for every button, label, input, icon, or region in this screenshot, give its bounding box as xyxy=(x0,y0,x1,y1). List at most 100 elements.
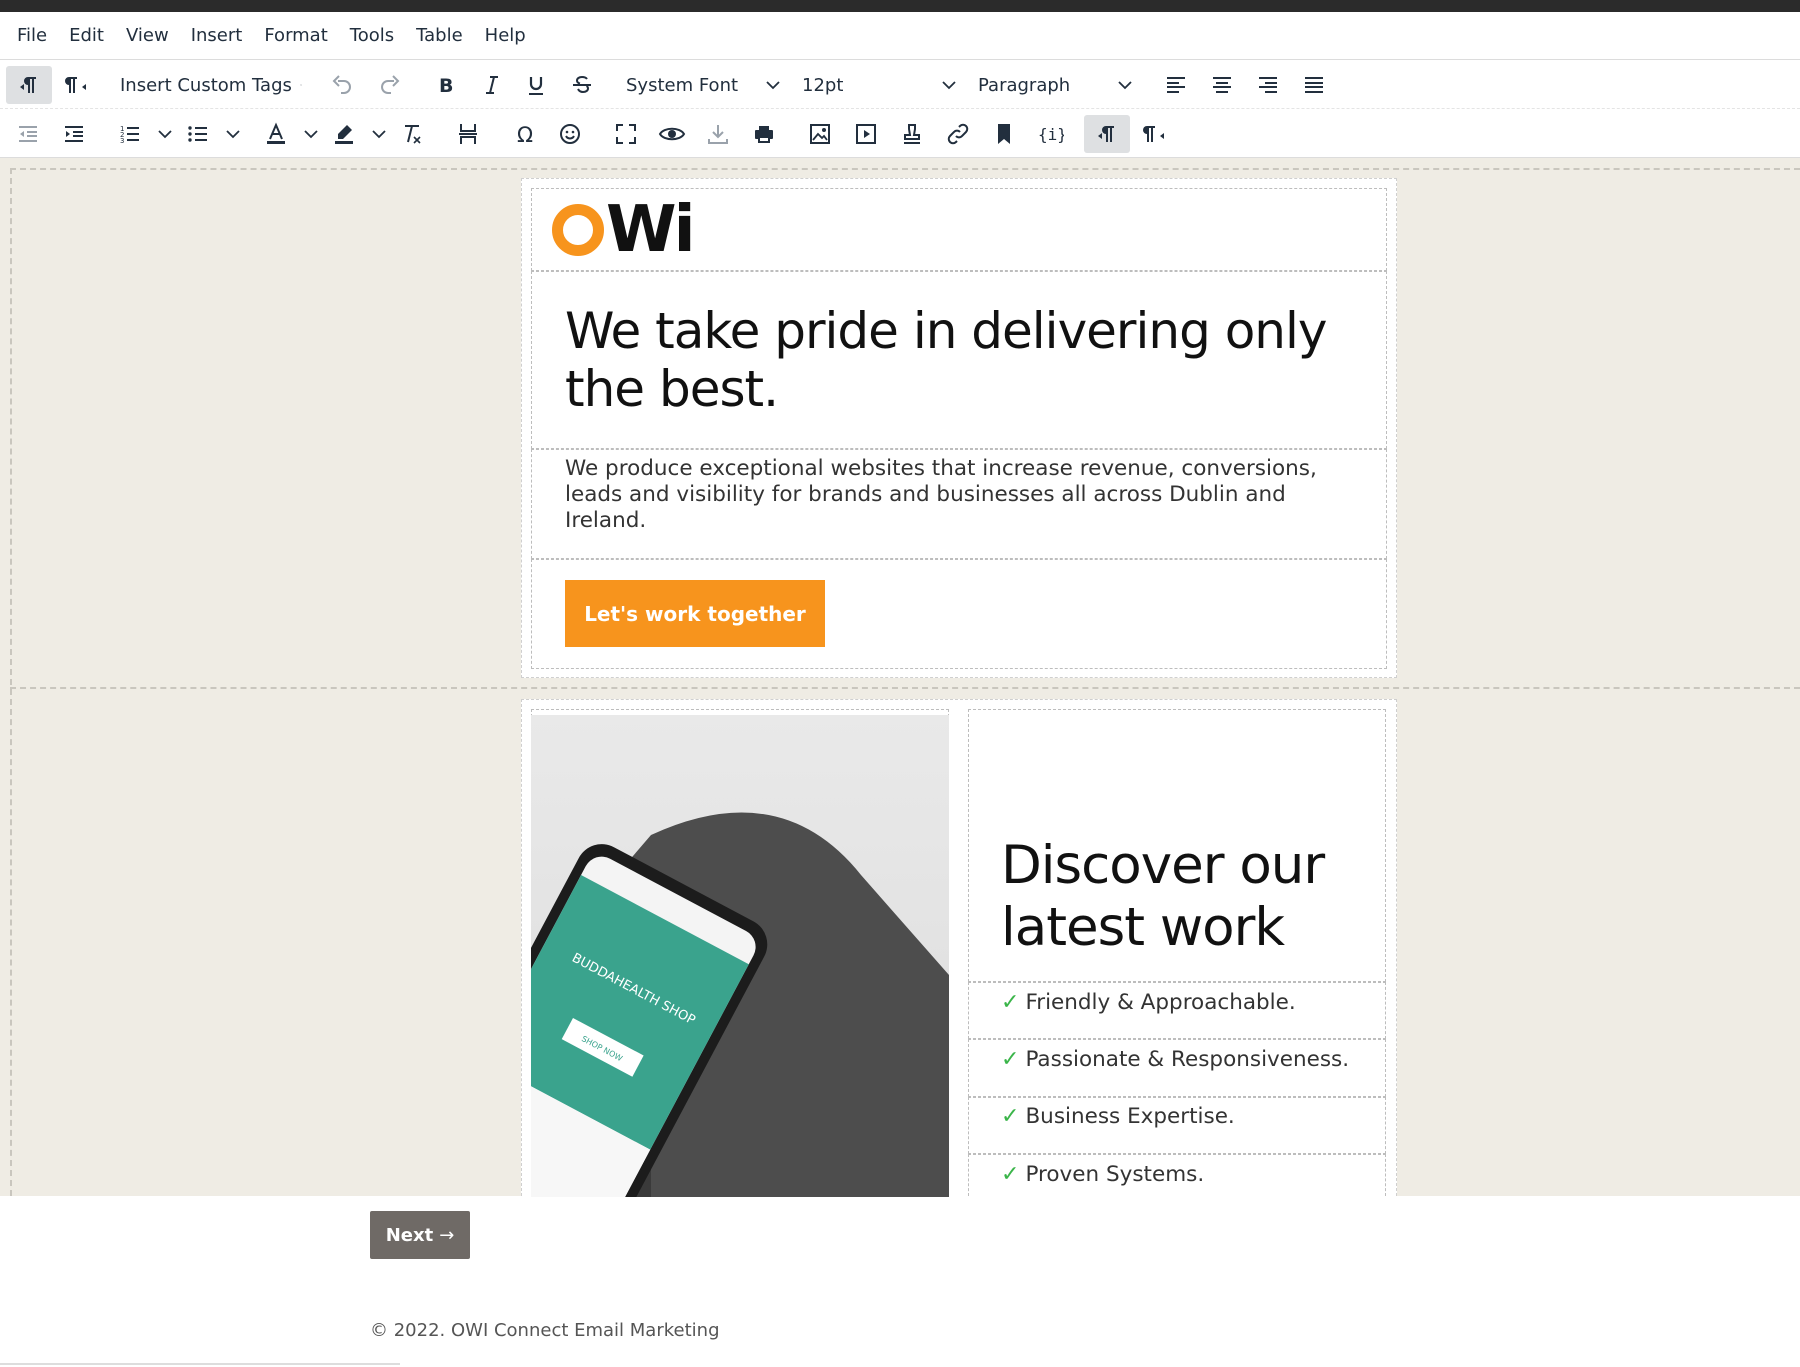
check-icon: ✓ xyxy=(1001,1047,1020,1072)
align-left-icon xyxy=(1167,77,1185,93)
arrow-right-icon: → xyxy=(439,1224,455,1246)
clear-formatting-button[interactable] xyxy=(392,115,432,153)
menu-insert[interactable]: Insert xyxy=(180,18,254,54)
insert-link-button[interactable] xyxy=(938,115,978,153)
highlight-color-button[interactable] xyxy=(324,115,364,153)
bullet-list-button[interactable] xyxy=(178,115,218,153)
ltr-button[interactable] xyxy=(6,66,52,104)
bookmark-icon xyxy=(998,124,1010,144)
preview-button[interactable] xyxy=(652,115,692,153)
anchor-button[interactable] xyxy=(984,115,1024,153)
align-right-button[interactable] xyxy=(1248,66,1288,104)
insert-image-button[interactable] xyxy=(800,115,840,153)
stamp-icon xyxy=(904,124,920,144)
print-button[interactable] xyxy=(744,115,784,153)
rtl-icon xyxy=(1143,126,1164,142)
footer-copyright: © 2022. OWI Connect Email Marketing xyxy=(370,1320,720,1341)
ltr-icon xyxy=(20,77,36,93)
canvas-guide xyxy=(10,168,1800,170)
page-break-icon xyxy=(459,124,477,144)
check-icon: ✓ xyxy=(1001,990,1020,1015)
strikethrough-icon xyxy=(573,75,591,94)
feature-item[interactable]: ✓ Business Expertise. xyxy=(1001,1104,1235,1129)
bold-icon: B xyxy=(439,75,453,97)
text-color-button[interactable] xyxy=(256,115,296,153)
save-button[interactable] xyxy=(698,115,738,153)
insert-media-button[interactable] xyxy=(846,115,886,153)
bullet-list-icon xyxy=(188,126,207,142)
rtl-button[interactable] xyxy=(56,66,98,104)
footer-divider xyxy=(0,1363,400,1365)
menu-file[interactable]: File xyxy=(6,18,58,54)
insert-template-button[interactable] xyxy=(892,115,932,153)
underline-button[interactable] xyxy=(516,66,556,104)
svg-text:3: 3 xyxy=(120,137,124,145)
printer-icon xyxy=(755,126,773,143)
numbered-list-chevron-icon[interactable] xyxy=(158,115,172,153)
code-sample-button[interactable]: {i} xyxy=(1030,115,1070,153)
align-center-icon xyxy=(1213,77,1231,93)
text-color-icon xyxy=(267,122,285,144)
redo-icon xyxy=(381,75,400,94)
check-icon: ✓ xyxy=(1001,1104,1020,1129)
logo-ring-icon xyxy=(552,204,604,256)
menu-table[interactable]: Table xyxy=(405,18,474,54)
svg-text:{i}: {i} xyxy=(1038,125,1064,144)
phone-mockup-image[interactable]: BUDDAHEALTH SHOP SHOP NOW xyxy=(531,715,949,1197)
canvas-guide xyxy=(10,168,12,1196)
align-left-button[interactable] xyxy=(1156,66,1196,104)
hero-title[interactable]: We take pride in delivering only the bes… xyxy=(565,302,1345,418)
download-icon xyxy=(708,125,728,144)
menu-edit[interactable]: Edit xyxy=(58,18,115,54)
rtl-button-2[interactable] xyxy=(1134,115,1176,153)
feature-item[interactable]: ✓ Passionate & Responsiveness. xyxy=(1001,1047,1349,1072)
font-size-dropdown[interactable]: 12pt xyxy=(794,66,964,104)
italic-button[interactable] xyxy=(472,66,512,104)
feature-text: Passionate & Responsiveness. xyxy=(1025,1047,1350,1072)
eye-icon xyxy=(658,127,686,141)
indent-button[interactable] xyxy=(54,115,94,153)
svg-text:Ω: Ω xyxy=(517,123,533,146)
align-center-button[interactable] xyxy=(1202,66,1242,104)
menu-tools[interactable]: Tools xyxy=(339,18,405,54)
toolbar-row-1: Insert Custom Tags B System Font 12pt Pa… xyxy=(0,61,1800,109)
feature-item[interactable]: ✓ Proven Systems. xyxy=(1001,1162,1204,1187)
menu-view[interactable]: View xyxy=(115,18,180,54)
discover-title[interactable]: Discover our latest work xyxy=(1001,835,1361,959)
cta-button[interactable]: Let's work together xyxy=(565,580,825,647)
fullscreen-button[interactable] xyxy=(606,115,646,153)
block-format-dropdown[interactable]: Paragraph xyxy=(970,66,1140,104)
insert-custom-tags-label: Insert Custom Tags xyxy=(120,74,292,96)
insert-custom-tags-dropdown[interactable]: Insert Custom Tags xyxy=(112,66,302,104)
block-format-value: Paragraph xyxy=(978,74,1071,96)
check-icon: ✓ xyxy=(1001,1162,1020,1187)
numbered-list-button[interactable]: 123 xyxy=(110,115,150,153)
image-icon xyxy=(810,124,830,144)
strikethrough-button[interactable] xyxy=(562,66,602,104)
hero-body[interactable]: We produce exceptional websites that inc… xyxy=(565,456,1345,534)
font-size-value: 12pt xyxy=(802,74,844,96)
outdent-button[interactable] xyxy=(8,115,48,153)
text-color-chevron-icon[interactable] xyxy=(304,115,318,153)
highlight-color-chevron-icon[interactable] xyxy=(372,115,386,153)
menu-help[interactable]: Help xyxy=(474,18,537,54)
ltr-button-2[interactable] xyxy=(1084,115,1130,153)
special-character-button[interactable]: Ω xyxy=(506,115,546,153)
menu-format[interactable]: Format xyxy=(253,18,338,54)
font-family-chevron-icon xyxy=(766,66,780,104)
next-button[interactable]: Next → xyxy=(370,1211,470,1259)
next-label: Next xyxy=(385,1224,434,1246)
bullet-list-chevron-icon[interactable] xyxy=(226,115,240,153)
feature-text: Business Expertise. xyxy=(1025,1104,1235,1129)
undo-button[interactable] xyxy=(322,66,362,104)
bold-button[interactable]: B xyxy=(426,66,466,104)
justify-button[interactable] xyxy=(1294,66,1334,104)
feature-text: Friendly & Approachable. xyxy=(1025,990,1296,1015)
menubar: File Edit View Insert Format Tools Table… xyxy=(0,12,1800,60)
redo-button[interactable] xyxy=(370,66,410,104)
svg-text:B: B xyxy=(439,75,453,97)
feature-item[interactable]: ✓ Friendly & Approachable. xyxy=(1001,990,1296,1015)
page-break-button[interactable] xyxy=(448,115,488,153)
highlighter-icon xyxy=(335,125,353,144)
emoticons-button[interactable] xyxy=(550,115,590,153)
